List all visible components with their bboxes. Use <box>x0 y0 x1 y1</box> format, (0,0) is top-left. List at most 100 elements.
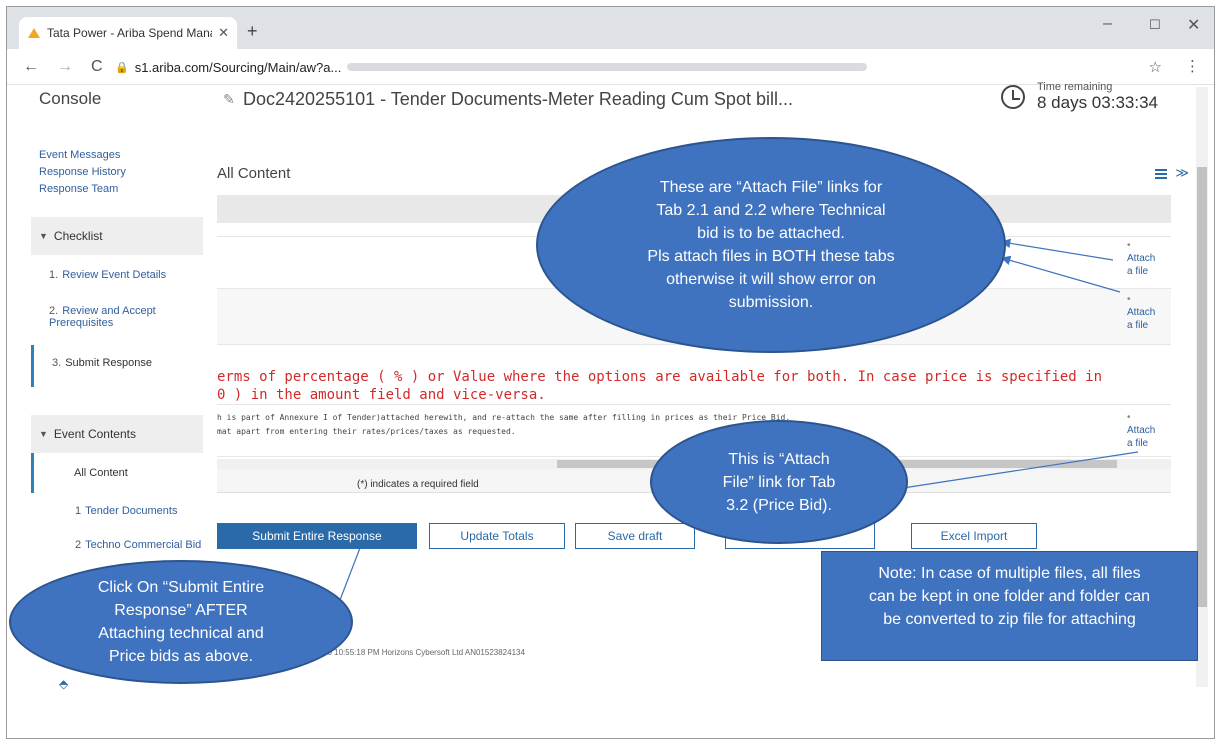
event-contents-techno-commercial-bid[interactable]: 2 Techno Commercial Bid <box>31 539 207 551</box>
browser-tab[interactable]: Tata Power - Ariba Spend Manag ✕ <box>19 17 237 49</box>
caret-down-icon: ▼ <box>39 429 48 439</box>
callout-line: Pls attach files in BOTH these tabs <box>647 248 895 265</box>
footer-text: 20 10:55:18 PM Horizons Cybersoft Ltd AN… <box>323 648 525 657</box>
price-bid-callout: This is “Attach File” link for Tab 3.2 (… <box>650 420 908 544</box>
callout-line: Click On “Submit Entire <box>97 579 265 596</box>
price-instruction-line-2: 0 ) in the amount field and vice-versa. <box>217 387 546 403</box>
document-title: Doc2420255101 - Tender Documents-Meter R… <box>243 89 793 109</box>
callout-line: Attaching technical and <box>98 625 264 642</box>
callout-line: File” link for Tab <box>722 473 836 491</box>
annexure-note-line-2: mat apart from entering their rates/pric… <box>217 427 516 436</box>
note-line: Note: In case of multiple files, all fil… <box>878 565 1141 582</box>
excel-import-button[interactable]: Excel Import <box>911 523 1037 549</box>
event-contents-tender-documents[interactable]: 1 Tender Documents <box>31 505 203 517</box>
checklist-item-num: 1. <box>49 269 59 281</box>
checklist-item-label: Submit Response <box>65 357 153 369</box>
time-remaining-label: Time remaining <box>1037 81 1113 93</box>
attach-dot: • <box>1127 294 1131 305</box>
browser-menu-icon[interactable]: ⋮ <box>1185 57 1200 75</box>
sidebar: Event Messages Response History Response… <box>31 125 203 605</box>
time-remaining-value: 8 days 03:33:34 <box>1037 93 1158 112</box>
maximize-button[interactable]: ☐ <box>1149 17 1161 33</box>
callout-line: Price bids as above. <box>108 648 254 665</box>
event-contents-num: 2 <box>75 539 82 551</box>
console-title: Console <box>39 89 102 108</box>
event-contents-section[interactable]: ▼ Event Contents <box>31 415 203 453</box>
app-header: Console ✎ Doc2420255101 - Tender Documen… <box>7 81 1197 125</box>
note-line: be converted to zip file for attaching <box>883 611 1136 628</box>
event-contents-title: Event Contents <box>53 427 136 441</box>
save-draft-button[interactable]: Save draft <box>575 523 695 549</box>
event-contents-num: 1 <box>75 505 82 517</box>
checklist-section[interactable]: ▼ Checklist <box>31 217 203 255</box>
reload-button[interactable]: C <box>91 58 103 76</box>
forward-button[interactable]: → <box>57 58 73 76</box>
attach-label: a file <box>1127 266 1149 277</box>
clock-icon <box>1001 85 1025 109</box>
event-contents-label: Tender Documents <box>85 505 178 517</box>
callout-line: Response” AFTER <box>114 602 248 619</box>
close-window-button[interactable]: ✕ <box>1187 15 1200 35</box>
submit-instruction-callout: Click On “Submit Entire Response” AFTER … <box>9 560 353 684</box>
ariba-logo-icon: ⬘ <box>59 677 69 691</box>
checklist-item-num: 3. <box>52 357 62 369</box>
callout-line: otherwise it will show error on <box>666 271 876 288</box>
back-button[interactable]: ← <box>23 58 39 76</box>
event-contents-all-content[interactable]: All Content <box>31 453 203 493</box>
attach-file-link-3-2[interactable]: • Attach a file <box>1127 411 1167 450</box>
sidebar-link-event-messages[interactable]: Event Messages <box>39 149 120 161</box>
checklist-item-label: Review Event Details <box>62 269 167 281</box>
checklist-item-prerequisites[interactable]: 2. Review and Accept Prerequisites <box>31 305 201 329</box>
address-bar[interactable]: 🔒 s1.ariba.com/Sourcing/Main/aw?a... <box>115 55 1175 79</box>
callout-line: 3.2 (Price Bid). <box>726 496 832 514</box>
lock-icon: 🔒 <box>115 61 129 74</box>
document-icon: ✎ <box>223 91 235 107</box>
sidebar-link-response-team[interactable]: Response Team <box>39 183 118 195</box>
attach-dot: • <box>1127 240 1131 251</box>
url-redacted <box>347 63 868 71</box>
submit-entire-response-button[interactable]: Submit Entire Response <box>217 523 417 549</box>
event-contents-label: All Content <box>74 467 128 479</box>
checklist-item-review-event[interactable]: 1. Review Event Details <box>31 269 203 281</box>
attach-file-link-2-2[interactable]: • Attach a file <box>1127 293 1167 332</box>
callout-line: bid is to be attached. <box>697 225 845 242</box>
callout-line: submission. <box>728 294 814 311</box>
checklist-title: Checklist <box>53 229 103 243</box>
checklist-item-label: Review and Accept Prerequisites <box>49 305 156 329</box>
browser-toolbar: ← → C 🔒 s1.ariba.com/Sourcing/Main/aw?a.… <box>7 49 1214 85</box>
update-totals-button[interactable]: Update Totals <box>429 523 565 549</box>
expand-chevron-icon[interactable]: ≫ <box>1175 165 1189 181</box>
browser-tabstrip: Tata Power - Ariba Spend Manag ✕ + – ☐ ✕ <box>7 7 1214 49</box>
multiple-files-note: Note: In case of multiple files, all fil… <box>821 551 1198 661</box>
attach-label: Attach <box>1127 253 1156 264</box>
attach-dot: • <box>1127 412 1131 423</box>
tab-title: Tata Power - Ariba Spend Manag <box>47 26 213 40</box>
ariba-favicon-icon <box>28 28 40 38</box>
callout-line: This is “Attach <box>728 450 830 468</box>
attach-label: a file <box>1127 438 1149 449</box>
event-contents-label: Techno Commercial Bid <box>85 539 202 551</box>
url-text: s1.ariba.com/Sourcing/Main/aw?a... <box>134 59 342 75</box>
attach-label: Attach <box>1127 425 1156 436</box>
content-title: All Content <box>217 165 291 182</box>
caret-down-icon: ▼ <box>39 231 48 241</box>
callout-line: These are “Attach File” links for <box>659 179 883 196</box>
minimize-button[interactable]: – <box>1103 15 1112 33</box>
attach-file-link-2-1[interactable]: • Attach a file <box>1127 239 1167 278</box>
annexure-note-line-1: h is part of Annexure I of Tender)attach… <box>217 413 791 422</box>
price-instruction-line-1: erms of percentage ( % ) or Value where … <box>217 369 1103 385</box>
scrollbar-thumb[interactable] <box>1197 167 1207 607</box>
checklist-item-submit-response[interactable]: 3. Submit Response <box>31 345 203 387</box>
note-line: can be kept in one folder and folder can <box>868 588 1151 605</box>
checklist-item-num: 2. <box>49 305 59 317</box>
technical-bid-callout: These are “Attach File” links for Tab 2.… <box>536 137 1006 353</box>
required-field-note: (*) indicates a required field <box>357 479 479 490</box>
tab-close-icon[interactable]: ✕ <box>218 25 229 41</box>
table-view-icon[interactable] <box>1155 169 1167 179</box>
sidebar-link-response-history[interactable]: Response History <box>39 166 126 178</box>
attach-label: a file <box>1127 320 1149 331</box>
bookmark-star-icon[interactable]: ☆ <box>1149 58 1162 76</box>
new-tab-button[interactable]: + <box>247 21 258 42</box>
attach-label: Attach <box>1127 307 1156 318</box>
callout-line: Tab 2.1 and 2.2 where Technical <box>656 202 886 219</box>
